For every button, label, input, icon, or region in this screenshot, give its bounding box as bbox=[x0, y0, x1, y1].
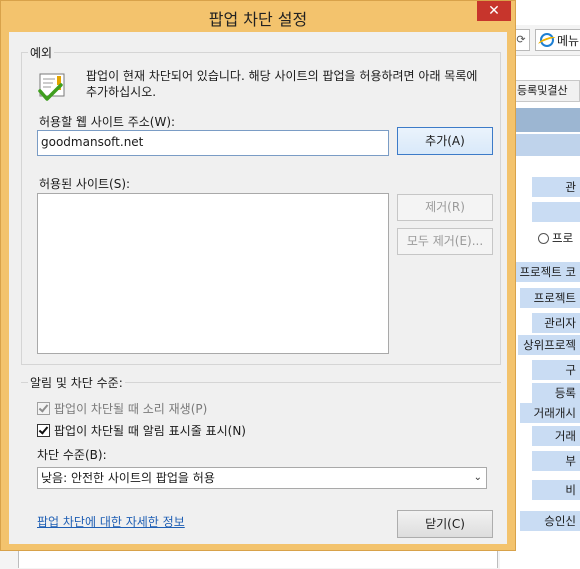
dialog-titlebar[interactable]: 팝업 차단 설정 ✕ bbox=[1, 1, 515, 31]
dialog-client-area: 예외 팝업이 현재 차단되어 있습니다. 해당 사이트의 팝업을 허용하려면 아… bbox=[9, 32, 507, 544]
menu-button[interactable]: 메뉴 bbox=[535, 29, 580, 51]
menu-label: 메뉴 bbox=[557, 33, 580, 48]
sound-checkbox-label: 팝업이 차단될 때 소리 재생(P) bbox=[54, 402, 208, 416]
remove-all-button[interactable]: 모두 제거(E)... bbox=[397, 228, 493, 255]
notifications-group-title: 알림 및 차단 수준: bbox=[28, 374, 125, 391]
background-bottom-panel bbox=[18, 550, 498, 568]
radio-icon bbox=[538, 232, 549, 244]
form-label: 부 bbox=[532, 451, 580, 471]
blocking-level-label: 차단 수준(B): bbox=[37, 448, 107, 462]
exceptions-message: 팝업이 현재 차단되어 있습니다. 해당 사이트의 팝업을 허용하려면 아래 목… bbox=[86, 69, 478, 99]
form-label: 관 bbox=[532, 177, 580, 197]
tab-register-settle[interactable]: 등록및결산 bbox=[512, 80, 580, 102]
radio-label: 프로 bbox=[552, 231, 574, 245]
form-label bbox=[532, 202, 580, 222]
allowed-sites-label: 허용된 사이트(S): bbox=[39, 177, 131, 191]
close-button[interactable]: 닫기(C) bbox=[397, 510, 493, 538]
exceptions-group-title: 예외 bbox=[28, 44, 55, 61]
form-label: 비 bbox=[532, 480, 580, 500]
blocking-level-value: 낮음: 안전한 사이트의 팝업을 허용 bbox=[41, 471, 215, 485]
form-label: 상위프로젝 bbox=[518, 335, 580, 355]
form-label: 거래 bbox=[532, 426, 580, 446]
form-label: 구 bbox=[532, 360, 580, 380]
ie-icon bbox=[540, 33, 554, 47]
remove-button[interactable]: 제거(R) bbox=[397, 194, 493, 221]
subheader-band bbox=[512, 134, 580, 156]
close-icon[interactable]: ✕ bbox=[477, 1, 511, 21]
allowed-sites-list[interactable] bbox=[37, 193, 389, 354]
form-label: 프로젝트 코 bbox=[514, 262, 580, 282]
form-label: 등록 bbox=[532, 383, 580, 403]
form-label: 승인신 bbox=[520, 511, 580, 531]
address-label: 허용할 웹 사이트 주소(W): bbox=[39, 115, 176, 129]
form-label: 프로젝트 bbox=[520, 288, 580, 308]
form-label: 관리자 bbox=[532, 313, 580, 333]
add-button[interactable]: 추가(A) bbox=[397, 127, 493, 155]
infobar-checkbox-label: 팝업이 차단될 때 알림 표시줄 표시(N) bbox=[54, 424, 246, 438]
address-input[interactable]: goodmansoft.net bbox=[37, 130, 389, 156]
radio-option[interactable]: 프로 bbox=[538, 229, 580, 247]
sound-checkbox-row[interactable]: 팝업이 차단될 때 소리 재생(P) bbox=[37, 400, 207, 417]
form-label: 거래개시 bbox=[520, 403, 580, 423]
more-info-link[interactable]: 팝업 차단에 대한 자세한 정보 bbox=[37, 513, 185, 530]
popup-blocked-icon bbox=[38, 73, 65, 101]
infobar-checkbox[interactable] bbox=[37, 424, 50, 437]
dialog-title: 팝업 차단 설정 bbox=[208, 10, 308, 29]
header-band bbox=[512, 108, 580, 132]
infobar-checkbox-row[interactable]: 팝업이 차단될 때 알림 표시줄 표시(N) bbox=[37, 422, 246, 439]
chevron-down-icon: ⌄ bbox=[473, 472, 482, 483]
popup-blocker-dialog: 팝업 차단 설정 ✕ 예외 팝업이 현재 차단되어 있습니다. 해당 사이트의 … bbox=[0, 0, 516, 551]
sound-checkbox[interactable] bbox=[37, 402, 50, 415]
blocking-level-select[interactable]: 낮음: 안전한 사이트의 팝업을 허용 ⌄ bbox=[37, 467, 487, 489]
